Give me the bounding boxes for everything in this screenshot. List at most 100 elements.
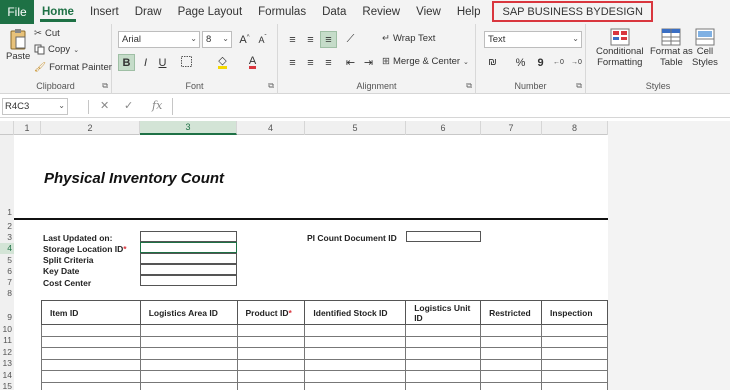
align-right-button[interactable]: ≡ xyxy=(320,54,337,71)
bold-button[interactable]: B xyxy=(118,54,135,71)
table-cell[interactable] xyxy=(405,358,482,371)
merge-center-button[interactable]: ⊞ Merge & Center ⌄ xyxy=(382,56,469,67)
align-middle-button[interactable]: ≡ xyxy=(302,31,319,48)
table-cell[interactable] xyxy=(236,347,306,360)
table-cell[interactable] xyxy=(41,347,141,360)
tab-formulas[interactable]: Formulas xyxy=(250,0,314,24)
table-cell[interactable] xyxy=(304,335,407,348)
file-menu[interactable]: File xyxy=(0,0,34,24)
italic-button[interactable]: I xyxy=(137,54,154,71)
fill-color-button[interactable]: ◇ xyxy=(214,54,231,71)
table-cell[interactable] xyxy=(541,347,608,360)
dialog-launcher-icon[interactable]: ⧉ xyxy=(466,81,472,91)
table-cell[interactable] xyxy=(405,324,482,337)
table-cell[interactable] xyxy=(304,347,407,360)
tab-data[interactable]: Data xyxy=(314,0,354,24)
table-cell[interactable] xyxy=(480,335,543,348)
row-header-1[interactable]: 1 xyxy=(0,207,14,219)
column-header-8[interactable]: 8 xyxy=(542,121,608,135)
decrease-decimal-button[interactable]: →0 xyxy=(568,54,585,71)
table-cell[interactable] xyxy=(480,324,543,337)
row-header-14[interactable]: 14 xyxy=(0,370,14,381)
enter-icon[interactable]: ✓ xyxy=(124,99,133,112)
font-size-select[interactable]: 8 ⌄ xyxy=(202,31,232,48)
table-cell[interactable] xyxy=(41,324,141,337)
key-date-field[interactable] xyxy=(140,264,237,275)
conditional-formatting-button[interactable]: Conditional Formatting xyxy=(596,28,644,68)
row-header-12[interactable]: 12 xyxy=(0,347,14,358)
table-cell[interactable] xyxy=(236,335,306,348)
cost-center-field[interactable] xyxy=(140,275,237,286)
insert-function-icon[interactable]: fx xyxy=(152,99,162,112)
cut-button[interactable]: ✂ Cut xyxy=(34,28,60,39)
column-header-3[interactable]: 3 xyxy=(140,121,237,135)
row-header-15[interactable]: 15 xyxy=(0,381,14,390)
table-cell[interactable] xyxy=(480,381,543,390)
table-cell[interactable] xyxy=(541,370,608,383)
table-cell[interactable] xyxy=(405,381,482,390)
shrink-font-button[interactable]: Aˇ xyxy=(254,31,271,48)
table-cell[interactable] xyxy=(139,347,238,360)
borders-button[interactable] xyxy=(178,54,195,71)
pi-count-document-field[interactable] xyxy=(406,231,481,242)
cancel-icon[interactable]: ✕ xyxy=(100,99,109,112)
table-cell[interactable] xyxy=(304,358,407,371)
table-cell[interactable] xyxy=(405,347,482,360)
increase-indent-button[interactable]: ⇥ xyxy=(360,54,377,71)
format-painter-button[interactable]: 🖌 Format Painter xyxy=(34,62,112,73)
table-cell[interactable] xyxy=(480,370,543,383)
column-header-6[interactable]: 6 xyxy=(406,121,481,135)
grow-font-button[interactable]: A^ xyxy=(236,31,253,48)
split-criteria-field[interactable] xyxy=(140,253,237,264)
column-header-2[interactable]: 2 xyxy=(41,121,140,135)
copy-button[interactable]: Copy ⌄ xyxy=(34,44,79,55)
table-cell[interactable] xyxy=(139,358,238,371)
row-header-7[interactable]: 7 xyxy=(0,277,14,288)
comma-style-button[interactable]: 9 xyxy=(532,54,549,71)
column-header-5[interactable]: 5 xyxy=(305,121,406,135)
tab-home[interactable]: Home xyxy=(34,0,82,24)
format-as-table-button[interactable]: Format as Table xyxy=(650,28,693,68)
tab-sap-business-bydesign[interactable]: SAP BUSINESS BYDESIGN xyxy=(492,1,653,22)
table-cell[interactable] xyxy=(541,358,608,371)
tab-view[interactable]: View xyxy=(408,0,449,24)
storage-location-field[interactable] xyxy=(140,242,237,253)
row-header-6[interactable]: 6 xyxy=(0,266,14,277)
orientation-button[interactable]: ⟋ xyxy=(342,31,359,48)
table-cell[interactable] xyxy=(236,358,306,371)
increase-decimal-button[interactable]: ←0 xyxy=(550,54,567,71)
align-left-button[interactable]: ≡ xyxy=(284,54,301,71)
table-cell[interactable] xyxy=(480,358,543,371)
font-color-button[interactable]: A xyxy=(244,54,261,71)
table-cell[interactable] xyxy=(541,324,608,337)
decrease-indent-button[interactable]: ⇤ xyxy=(342,54,359,71)
table-cell[interactable] xyxy=(304,370,407,383)
table-cell[interactable] xyxy=(139,324,238,337)
align-top-button[interactable]: ≡ xyxy=(284,31,301,48)
table-cell[interactable] xyxy=(405,370,482,383)
table-cell[interactable] xyxy=(541,381,608,390)
row-header-5[interactable]: 5 xyxy=(0,255,14,266)
table-cell[interactable] xyxy=(139,335,238,348)
table-cell[interactable] xyxy=(236,381,306,390)
column-header-4[interactable]: 4 xyxy=(237,121,305,135)
table-cell[interactable] xyxy=(236,324,306,337)
tab-help[interactable]: Help xyxy=(449,0,489,24)
table-cell[interactable] xyxy=(41,370,141,383)
row-header-8[interactable]: 8 xyxy=(0,288,14,299)
cell-styles-button[interactable]: Cell Styles xyxy=(692,28,718,68)
table-cell[interactable] xyxy=(139,370,238,383)
dialog-launcher-icon[interactable]: ⧉ xyxy=(576,81,582,91)
table-cell[interactable] xyxy=(41,358,141,371)
dialog-launcher-icon[interactable]: ⧉ xyxy=(102,81,108,91)
percent-button[interactable]: % xyxy=(512,54,529,71)
row-header-11[interactable]: 11 xyxy=(0,335,14,346)
table-cell[interactable] xyxy=(480,347,543,360)
row-header-2[interactable]: 2 xyxy=(0,221,14,232)
tab-page-layout[interactable]: Page Layout xyxy=(170,0,251,24)
paste-button[interactable]: Paste xyxy=(6,28,30,62)
align-bottom-button[interactable]: ≡ xyxy=(320,31,337,48)
align-center-button[interactable]: ≡ xyxy=(302,54,319,71)
wrap-text-button[interactable]: ↵ Wrap Text xyxy=(382,33,435,44)
table-cell[interactable] xyxy=(405,335,482,348)
